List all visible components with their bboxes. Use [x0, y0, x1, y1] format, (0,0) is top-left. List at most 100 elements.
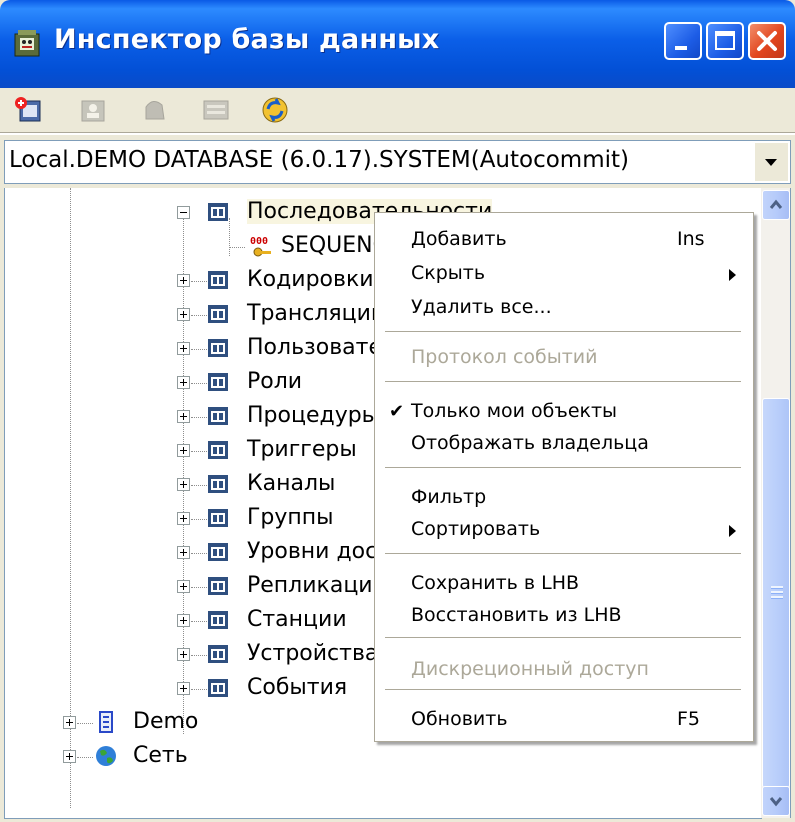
menu-separator [385, 637, 741, 638]
expand-icon[interactable] [177, 682, 190, 695]
tree-guide-line [229, 247, 245, 249]
menu-separator [385, 331, 741, 332]
scroll-grip [771, 596, 783, 599]
bell-button[interactable] [136, 93, 172, 127]
menu-item-save-lhb[interactable]: Сохранить в LHB [375, 567, 753, 601]
expand-icon[interactable] [177, 376, 190, 389]
tree-guide-line [191, 519, 207, 521]
scroll-grip [771, 586, 783, 589]
tree-item-label: Роли [247, 369, 303, 394]
tree-item-label: Группы [247, 505, 334, 530]
tree-item-label: Репликации [247, 573, 387, 598]
submenu-arrow-icon [729, 525, 736, 537]
expand-icon[interactable] [63, 750, 76, 763]
menu-separator [385, 553, 741, 554]
folder-icon [208, 679, 228, 697]
folder-icon [208, 271, 228, 289]
panel-button[interactable] [198, 93, 234, 127]
refresh-button[interactable] [258, 93, 294, 127]
submenu-arrow-icon [729, 269, 736, 281]
tree-guide-line [191, 417, 207, 419]
expand-icon[interactable] [177, 580, 190, 593]
expand-icon[interactable] [177, 648, 190, 661]
menu-item-restore-lhb[interactable]: Восстановить из LHB [375, 599, 753, 633]
connection-value: Local.DEMO DATABASE (6.0.17).SYSTEM(Auto… [9, 147, 630, 173]
tree-item-label: Каналы [247, 471, 336, 496]
menu-item-delete-all[interactable]: Удалить все... [375, 291, 753, 325]
maximize-icon [715, 31, 735, 50]
expand-icon[interactable] [177, 546, 190, 559]
scroll-down-button[interactable] [762, 786, 790, 816]
tree-guide-line [191, 587, 207, 589]
collapse-icon[interactable] [177, 206, 190, 219]
expand-icon[interactable] [63, 716, 76, 729]
menu-item-label: Сохранить в LHB [411, 572, 580, 594]
folder-icon [208, 373, 228, 391]
connection-select[interactable]: Local.DEMO DATABASE (6.0.17).SYSTEM(Auto… [4, 140, 791, 184]
tree-guide-line [191, 281, 207, 283]
vertical-scrollbar[interactable] [761, 188, 791, 818]
tree-item-label: Demo [133, 709, 199, 734]
menu-item-label: Отображать владельца [411, 432, 649, 454]
folder-icon [208, 203, 228, 221]
menu-item-hide[interactable]: Скрыть [375, 257, 753, 291]
expand-icon[interactable] [177, 512, 190, 525]
tree-guide-line [191, 621, 207, 623]
folder-icon [208, 339, 228, 357]
menu-item-sort[interactable]: Сортировать [375, 513, 753, 547]
expand-icon[interactable] [177, 274, 190, 287]
folder-icon [208, 305, 228, 323]
menu-item-only-mine[interactable]: ✔ Только мои объекты [375, 395, 753, 429]
shortcut-label: F5 [677, 708, 701, 730]
add-object-button[interactable] [12, 93, 48, 127]
tree-guide-line [191, 553, 207, 555]
user-button[interactable] [76, 93, 112, 127]
menu-item-label: Восстановить из LHB [411, 604, 622, 626]
add-object-icon [15, 97, 41, 122]
menu-item-label: Протокол событий [411, 346, 598, 368]
tree-guide-line [191, 655, 207, 657]
expand-icon[interactable] [177, 444, 190, 457]
tree-guide-line [191, 383, 207, 385]
scroll-thumb[interactable] [762, 398, 790, 788]
shortcut-label: Ins [677, 228, 705, 250]
scroll-up-button[interactable] [762, 190, 790, 220]
expand-icon[interactable] [177, 478, 190, 491]
folder-icon [208, 543, 228, 561]
tree-item-label: Устройства [247, 641, 379, 666]
tree-guide-line [77, 757, 93, 759]
menu-item-label: Добавить [411, 228, 507, 250]
menu-separator [385, 467, 741, 468]
tree-guide-line [191, 315, 207, 317]
folder-icon [208, 577, 228, 595]
expand-icon[interactable] [177, 308, 190, 321]
menu-item-add[interactable]: Добавить Ins [375, 223, 753, 257]
tree-item-label: Трансляции [247, 301, 386, 326]
tree-guide-line [191, 485, 207, 487]
title-bar[interactable]: Инспектор базы данных [0, 0, 795, 88]
expand-icon[interactable] [177, 342, 190, 355]
expand-icon[interactable] [177, 614, 190, 627]
menu-item-filter[interactable]: Фильтр [375, 481, 753, 515]
tree-item-label: Станции [247, 607, 347, 632]
app-icon [14, 30, 40, 57]
dropdown-button[interactable] [754, 143, 788, 181]
maximize-button[interactable] [706, 22, 744, 60]
folder-icon [208, 407, 228, 425]
tree-root-item[interactable]: Сеть [5, 739, 762, 773]
menu-separator [385, 689, 741, 690]
menu-item-event-log: Протокол событий [375, 341, 753, 375]
menu-item-label: Сортировать [411, 518, 541, 540]
expand-icon[interactable] [177, 410, 190, 423]
menu-item-refresh[interactable]: Обновить F5 [375, 703, 753, 737]
tree-item-label: Триггеры [247, 437, 357, 462]
checkmark-icon: ✔ [389, 401, 405, 422]
chevron-up-icon [769, 199, 783, 209]
menu-item-show-owner[interactable]: Отображать владельца [375, 427, 753, 461]
menu-item-label: Удалить все... [411, 296, 552, 318]
close-button[interactable] [748, 22, 786, 60]
folder-icon [208, 611, 228, 629]
toolbar [0, 88, 795, 132]
svg-text:000: 000 [250, 236, 268, 247]
minimize-button[interactable] [664, 22, 702, 60]
